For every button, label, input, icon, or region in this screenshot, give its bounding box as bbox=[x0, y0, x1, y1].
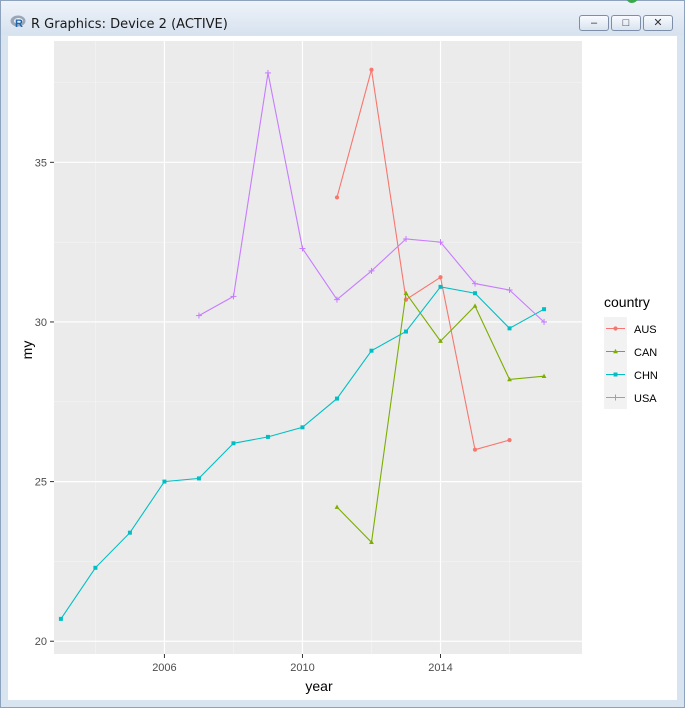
data-point-chn bbox=[473, 291, 478, 296]
data-point-aus bbox=[369, 67, 374, 72]
legend: country AUS CAN CHN USA bbox=[604, 294, 658, 409]
legend-label: CAN bbox=[634, 347, 657, 359]
data-point-chn bbox=[300, 425, 305, 430]
svg-text:R: R bbox=[15, 18, 23, 28]
title-bar[interactable]: R R Graphics: Device 2 (ACTIVE) – □ ✕ bbox=[1, 0, 684, 35]
legend-item-can: CAN bbox=[604, 340, 657, 363]
y-tick-label: 35 bbox=[35, 157, 47, 169]
close-icon: ✕ bbox=[653, 17, 663, 29]
legend-item-aus: AUS bbox=[604, 317, 657, 340]
legend-key-marker bbox=[613, 326, 618, 331]
window-title: R Graphics: Device 2 (ACTIVE) bbox=[31, 17, 228, 32]
y-tick-label: 25 bbox=[35, 477, 47, 489]
data-point-aus bbox=[334, 195, 340, 200]
y-axis-label: my bbox=[19, 341, 35, 360]
data-point-chn bbox=[127, 530, 132, 535]
decorative-corner bbox=[626, 0, 638, 3]
data-point-chn bbox=[231, 441, 236, 446]
r-logo-icon: R bbox=[10, 15, 26, 28]
line-chart: 2006 2010 2014 20 25 30 35 year my country AUS… bbox=[19, 41, 658, 694]
minimize-button[interactable]: – bbox=[579, 15, 609, 31]
graphics-window: R R Graphics: Device 2 (ACTIVE) – □ ✕ 20… bbox=[0, 0, 685, 708]
legend-item-chn: CHN bbox=[604, 363, 658, 386]
x-axis-label: year bbox=[305, 678, 333, 694]
maximize-button[interactable]: □ bbox=[611, 15, 641, 31]
y-tick-label: 30 bbox=[35, 317, 47, 329]
plot-area: 2006 2010 2014 20 25 30 35 year my country AUS… bbox=[8, 36, 677, 700]
data-point-chn bbox=[265, 434, 270, 439]
data-point-chn bbox=[58, 616, 63, 621]
data-point-chn bbox=[196, 476, 201, 481]
legend-label: AUS bbox=[634, 324, 657, 336]
data-point-aus bbox=[472, 447, 478, 452]
data-point-aus bbox=[507, 437, 512, 443]
data-point-aus bbox=[438, 275, 443, 280]
legend-item-usa: USA bbox=[604, 386, 657, 409]
x-tick-label: 2006 bbox=[152, 662, 176, 674]
close-button[interactable]: ✕ bbox=[643, 15, 673, 31]
data-point-chn bbox=[162, 479, 167, 484]
data-point-chn bbox=[507, 326, 512, 331]
y-tick-label: 20 bbox=[35, 636, 47, 648]
legend-key-marker bbox=[613, 372, 618, 377]
legend-title: country bbox=[604, 294, 650, 310]
plot-panel bbox=[54, 41, 582, 654]
minimize-icon: – bbox=[590, 17, 598, 29]
data-point-chn bbox=[93, 565, 98, 570]
data-point-chn bbox=[369, 348, 374, 353]
panel-background bbox=[54, 41, 582, 654]
data-point-chn bbox=[334, 396, 339, 401]
x-tick-label: 2010 bbox=[290, 662, 314, 674]
data-point-chn bbox=[404, 329, 408, 334]
maximize-icon: □ bbox=[622, 17, 630, 29]
data-point-chn bbox=[438, 284, 443, 289]
x-tick-label: 2014 bbox=[428, 662, 452, 674]
legend-label: CHN bbox=[634, 370, 658, 382]
data-point-chn bbox=[542, 307, 547, 312]
legend-label: USA bbox=[634, 393, 657, 405]
